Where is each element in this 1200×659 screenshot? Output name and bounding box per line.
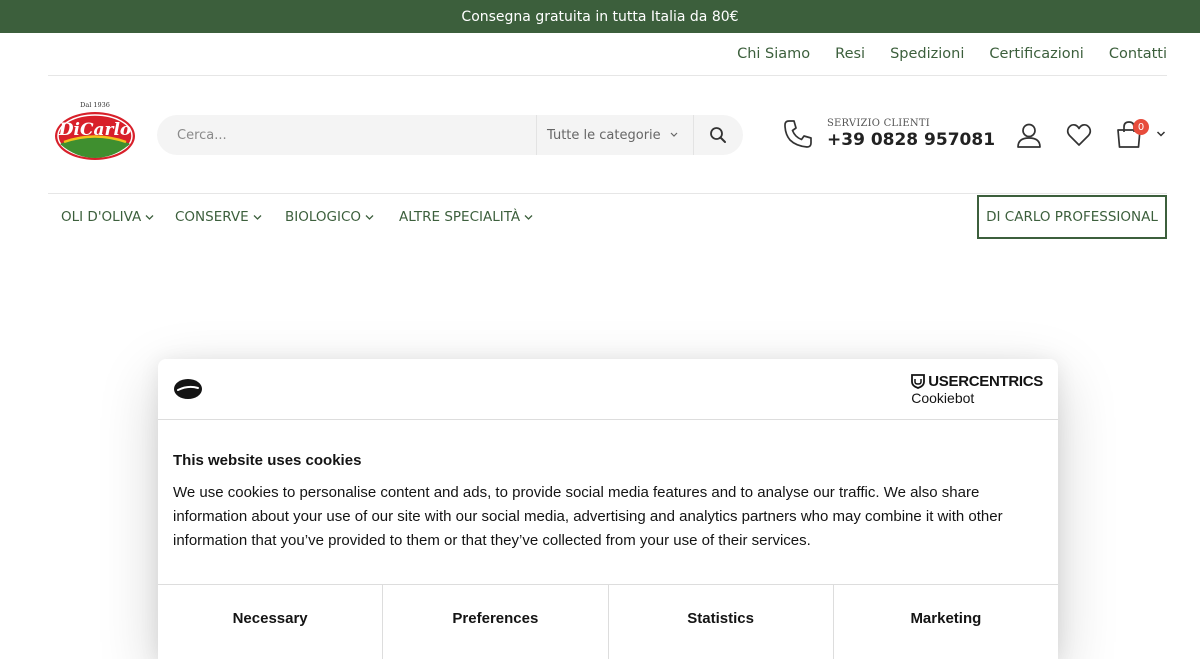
search-input[interactable] xyxy=(157,115,536,155)
nav-item-biologico[interactable]: BIOLOGICO xyxy=(285,195,374,239)
service-phone[interactable]: +39 0828 957081 xyxy=(827,130,995,150)
top-links-bar: Chi Siamo Resi Spedizioni Certificazioni… xyxy=(48,33,1167,76)
chevron-down-icon xyxy=(145,214,154,220)
main-nav: OLI D'OLIVA CONSERVE BIOLOGICO ALTRE SPE… xyxy=(48,195,1167,239)
cookie-dialog-body: We use cookies to personalise content an… xyxy=(173,484,1003,549)
cookie-dialog-title: This website uses cookies xyxy=(173,452,362,469)
tab-preferences[interactable]: Preferences xyxy=(383,585,609,659)
cookie-consent-dialog: USERCENTRICS Cookiebot This website uses… xyxy=(158,359,1058,659)
chevron-down-icon xyxy=(670,132,678,137)
category-select-label: Tutte le categorie xyxy=(547,127,661,143)
nav-item-label: CONSERVE xyxy=(175,209,249,225)
heart-icon[interactable] xyxy=(1066,123,1092,147)
tab-marketing[interactable]: Marketing xyxy=(834,585,1058,659)
link-resi[interactable]: Resi xyxy=(835,46,865,62)
service-label: SERVIZIO CLIENTI xyxy=(827,118,930,129)
nav-item-label: OLI D'OLIVA xyxy=(61,209,142,225)
svg-text:DiCarlo: DiCarlo xyxy=(58,120,132,140)
nav-item-label: BIOLOGICO xyxy=(285,209,362,225)
cookiebot-logo-icon xyxy=(174,379,202,399)
category-select[interactable]: Tutte le categorie xyxy=(536,115,694,155)
professional-button[interactable]: DI CARLO PROFESSIONAL xyxy=(977,195,1167,239)
header-main: Dal 1936 DiCarlo Tutte le categorie SERV… xyxy=(48,76,1167,194)
search-button[interactable] xyxy=(694,115,742,155)
link-certificazioni[interactable]: Certificazioni xyxy=(989,46,1083,62)
cart-count-badge: 0 xyxy=(1133,119,1149,135)
cookie-dialog-header: USERCENTRICS Cookiebot xyxy=(158,359,1058,420)
nav-item-label: ALTRE SPECIALITÀ xyxy=(399,209,521,225)
chevron-down-icon xyxy=(253,214,262,220)
svg-text:Dal 1936: Dal 1936 xyxy=(80,101,110,109)
nav-item-altre-specialita[interactable]: ALTRE SPECIALITÀ xyxy=(399,195,533,239)
usercentrics-brand[interactable]: USERCENTRICS Cookiebot xyxy=(911,373,1043,406)
phone-icon xyxy=(784,120,812,148)
chevron-down-icon[interactable] xyxy=(1156,130,1166,138)
tab-necessary[interactable]: Necessary xyxy=(158,585,384,659)
search-bar: Tutte le categorie xyxy=(157,115,743,155)
cookie-category-tabs: Necessary Preferences Statistics Marketi… xyxy=(158,584,1058,659)
chevron-down-icon xyxy=(524,214,533,220)
link-contatti[interactable]: Contatti xyxy=(1109,46,1167,62)
professional-button-label: DI CARLO PROFESSIONAL xyxy=(986,209,1158,225)
link-spedizioni[interactable]: Spedizioni xyxy=(890,46,964,62)
nav-item-conserve[interactable]: CONSERVE xyxy=(175,195,262,239)
link-chi-siamo[interactable]: Chi Siamo xyxy=(737,46,810,62)
search-icon xyxy=(710,127,726,143)
customer-service: SERVIZIO CLIENTI +39 0828 957081 xyxy=(827,118,995,150)
shield-icon xyxy=(911,374,926,389)
brand-line1: USERCENTRICS xyxy=(928,373,1043,390)
chevron-down-icon xyxy=(365,214,374,220)
brand-line2: Cookiebot xyxy=(911,390,975,406)
promo-text: Consegna gratuita in tutta Italia da 80€ xyxy=(461,8,739,25)
promo-bar: Consegna gratuita in tutta Italia da 80€ xyxy=(0,0,1200,33)
dicarlo-logo[interactable]: Dal 1936 DiCarlo xyxy=(54,100,136,162)
user-icon[interactable] xyxy=(1016,122,1042,148)
tab-statistics[interactable]: Statistics xyxy=(609,585,834,659)
nav-item-oli-d-oliva[interactable]: OLI D'OLIVA xyxy=(61,195,154,239)
